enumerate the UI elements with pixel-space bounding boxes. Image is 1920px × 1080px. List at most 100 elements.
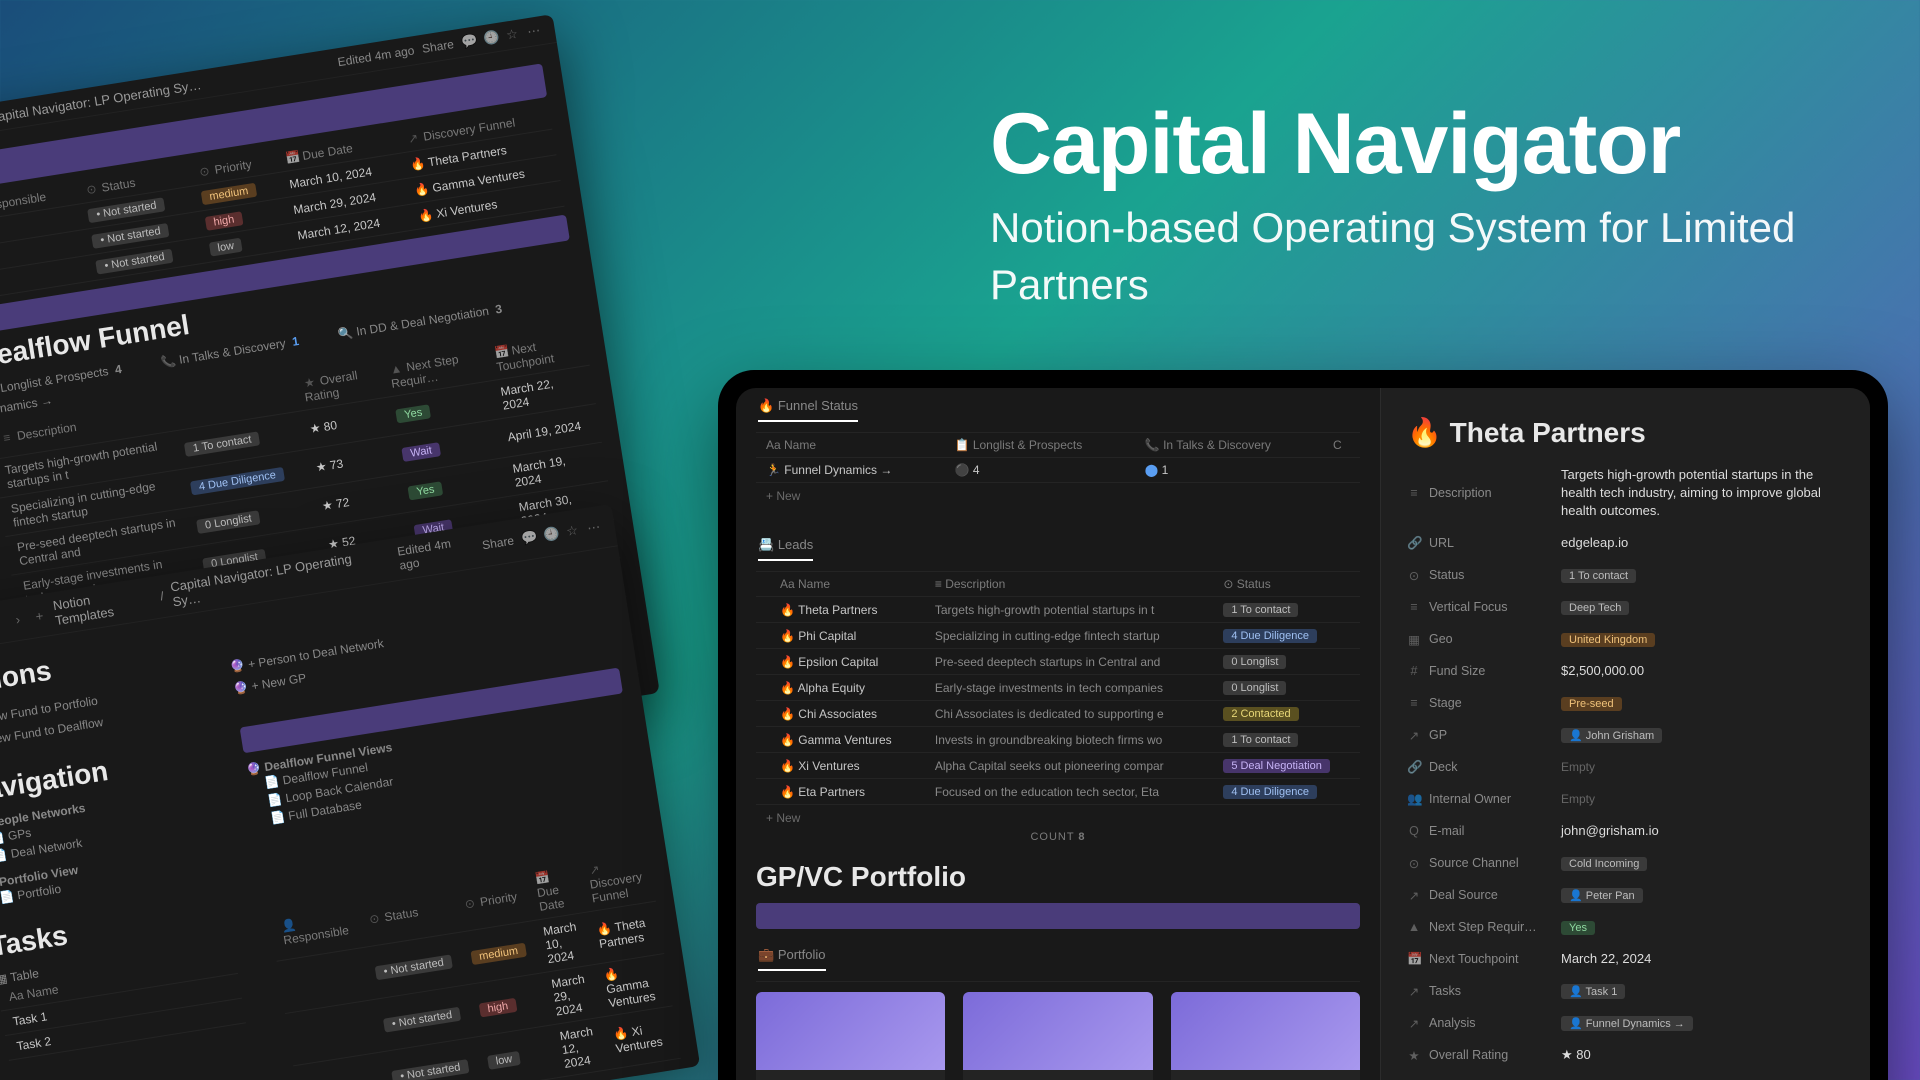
property-value[interactable]: March 22, 2024 <box>1561 950 1651 968</box>
card-thumbnail <box>963 992 1152 1070</box>
property-value[interactable]: 👤 Task 1 <box>1561 982 1625 1000</box>
property-label: 🔗Deck <box>1407 760 1537 775</box>
property-row[interactable]: 🔗URL edgeleap.io <box>1407 527 1844 559</box>
property-value[interactable]: 👤 Peter Pan <box>1561 886 1643 904</box>
property-value[interactable]: 👤 Funnel Dynamics → <box>1561 1014 1693 1032</box>
clock-icon[interactable]: 🕘 <box>542 526 558 544</box>
relation-icon: ↗ <box>405 130 421 146</box>
property-value[interactable]: Targets high-growth potential startups i… <box>1561 466 1844 520</box>
property-label: ⊙Status <box>1407 568 1537 583</box>
edited-indicator: Edited 4m ago <box>396 533 476 573</box>
property-value[interactable]: 👤 John Grisham <box>1561 726 1662 744</box>
property-row[interactable]: ≡Vertical Focus Deep Tech <box>1407 591 1844 623</box>
table-row[interactable]: 🔥 Xi Ventures Alpha Capital seeks out pi… <box>756 753 1360 779</box>
col-priority[interactable]: Priority <box>214 157 253 177</box>
star-icon[interactable]: ☆ <box>504 26 520 44</box>
property-row[interactable]: #Fund Size $2,500,000.00 <box>1407 655 1844 687</box>
share-button[interactable]: Share <box>481 534 515 553</box>
col-name[interactable]: Name <box>798 577 830 591</box>
main-column: 🔥 Funnel Status Aa Name 📋 Longlist & Pro… <box>736 388 1380 1080</box>
hero-title: Capital Navigator <box>990 95 1920 194</box>
property-value[interactable]: john@grisham.io <box>1561 822 1659 840</box>
card-thumbnail <box>756 992 945 1070</box>
col-status[interactable]: Status <box>1237 577 1271 591</box>
leads-table: Aa Name ≡ Description ⊙ Status 🔥 Theta P… <box>756 572 1360 805</box>
portfolio-card[interactable]: 🔮 Middle Ventures Intelligent automation… <box>756 992 945 1080</box>
col-name[interactable]: Name <box>26 982 60 1001</box>
property-value[interactable]: Cold Incoming <box>1561 854 1647 872</box>
property-label: ▦Geo <box>1407 632 1537 647</box>
new-row-button[interactable]: + New <box>756 805 1360 831</box>
col-more[interactable]: C <box>1323 433 1360 458</box>
col-status[interactable]: Status <box>101 176 137 195</box>
table-row[interactable]: 🏃 Funnel Dynamics → ⚫ 4 ⬤ 1 <box>756 458 1360 483</box>
edited-indicator: Edited 4m ago <box>337 43 416 69</box>
property-row[interactable]: ↗Analysis 👤 Funnel Dynamics → <box>1407 1007 1844 1039</box>
property-row[interactable]: ★Overall Rating ★ 80 <box>1407 1039 1844 1071</box>
portfolio-card[interactable]: 🔮 High Ventures Revolutionizing brain-co… <box>963 992 1152 1080</box>
table-row[interactable]: 🔥 Chi Associates Chi Associates is dedic… <box>756 701 1360 727</box>
tab-portfolio[interactable]: 💼 Portfolio <box>758 947 826 971</box>
property-value[interactable]: United Kingdom <box>1561 630 1655 648</box>
property-row[interactable]: ≡Description Targets high-growth potenti… <box>1407 459 1844 527</box>
col-due[interactable]: Due Date <box>301 141 353 163</box>
property-label: ⊙Source Channel <box>1407 856 1537 871</box>
property-label: ↗GP <box>1407 728 1537 743</box>
property-row[interactable]: ⊙Team 80% <box>1407 1071 1844 1080</box>
property-row[interactable]: 👥Internal Owner Empty <box>1407 783 1844 815</box>
clock-icon[interactable]: 🕘 <box>482 29 498 47</box>
new-row-button[interactable]: + New <box>756 483 1360 509</box>
table-row[interactable]: 🔥 Gamma Ventures Invests in groundbreaki… <box>756 727 1360 753</box>
comments-icon[interactable]: 💬 <box>521 529 537 547</box>
funnel-table: Aa Name 📋 Longlist & Prospects 📞 In Talk… <box>756 433 1360 483</box>
property-value[interactable]: Empty <box>1561 758 1595 776</box>
col-desc[interactable]: Description <box>16 420 77 443</box>
property-value[interactable]: 1 To contact <box>1561 566 1636 584</box>
property-row[interactable]: ⊙Source Channel Cold Incoming <box>1407 847 1844 879</box>
table-row[interactable]: 🔥 Theta Partners Targets high-growth pot… <box>756 597 1360 623</box>
property-label: ★Overall Rating <box>1407 1048 1537 1063</box>
property-row[interactable]: ↗Deal Source 👤 Peter Pan <box>1407 879 1844 911</box>
property-label: ≡Vertical Focus <box>1407 600 1537 614</box>
col-name[interactable]: Name <box>784 438 816 452</box>
property-value[interactable]: Yes <box>1561 918 1595 936</box>
property-row[interactable]: ⊙Status 1 To contact <box>1407 559 1844 591</box>
back-icon[interactable]: ‹ <box>0 614 4 631</box>
property-value[interactable]: ★ 80 <box>1561 1046 1591 1064</box>
more-icon[interactable]: ⋯ <box>526 22 542 40</box>
property-value[interactable]: edgeleap.io <box>1561 534 1628 552</box>
property-row[interactable]: 🔗Deck Empty <box>1407 751 1844 783</box>
priority-icon: ⊙ <box>196 164 212 180</box>
table-row[interactable]: 🔥 Eta Partners Focused on the education … <box>756 779 1360 805</box>
property-row[interactable]: 📅Next Touchpoint March 22, 2024 <box>1407 943 1844 975</box>
new-tab-icon[interactable]: + <box>31 607 47 624</box>
col-longlist[interactable]: Longlist & Prospects <box>973 438 1082 452</box>
property-value[interactable]: $2,500,000.00 <box>1561 662 1644 680</box>
col-desc[interactable]: Description <box>945 577 1005 591</box>
property-row[interactable]: QE-mail john@grisham.io <box>1407 815 1844 847</box>
property-row[interactable]: ↗Tasks 👤 Task 1 <box>1407 975 1844 1007</box>
col-talks[interactable]: In Talks & Discovery <box>1163 438 1271 452</box>
property-row[interactable]: ↗GP 👤 John Grisham <box>1407 719 1844 751</box>
portfolio-card[interactable]: 🔮 Low Ventures Quantum computing solutio… <box>1171 992 1360 1080</box>
window-actions: ‹ › + Notion Templates / Capital Navigat… <box>0 504 700 1080</box>
property-row[interactable]: ▦Geo United Kingdom <box>1407 623 1844 655</box>
more-icon[interactable]: ⋯ <box>586 519 602 537</box>
property-value[interactable]: Deep Tech <box>1561 598 1629 616</box>
tab-funnel-status[interactable]: 🔥 Funnel Status <box>758 398 858 422</box>
property-row[interactable]: ▲Next Step Requir… Yes <box>1407 911 1844 943</box>
table-row[interactable]: 🔥 Alpha Equity Early-stage investments i… <box>756 675 1360 701</box>
fwd-icon[interactable]: › <box>10 611 26 628</box>
share-button[interactable]: Share <box>421 37 455 56</box>
tab-leads[interactable]: 📇 Leads <box>758 537 813 561</box>
comments-icon[interactable]: 💬 <box>460 33 476 51</box>
table-row[interactable]: 🔥 Phi Capital Specializing in cutting-ed… <box>756 623 1360 649</box>
property-label: ↗Tasks <box>1407 984 1537 999</box>
property-value[interactable]: Pre-seed <box>1561 694 1622 712</box>
status-icon: ⊙ <box>83 181 99 197</box>
table-row[interactable]: 🔥 Epsilon Capital Pre-seed deeptech star… <box>756 649 1360 675</box>
property-value[interactable]: Empty <box>1561 790 1595 808</box>
star-icon[interactable]: ☆ <box>564 522 580 540</box>
hero: Capital Navigator Notion-based Operating… <box>990 95 1920 313</box>
property-row[interactable]: ≡Stage Pre-seed <box>1407 687 1844 719</box>
